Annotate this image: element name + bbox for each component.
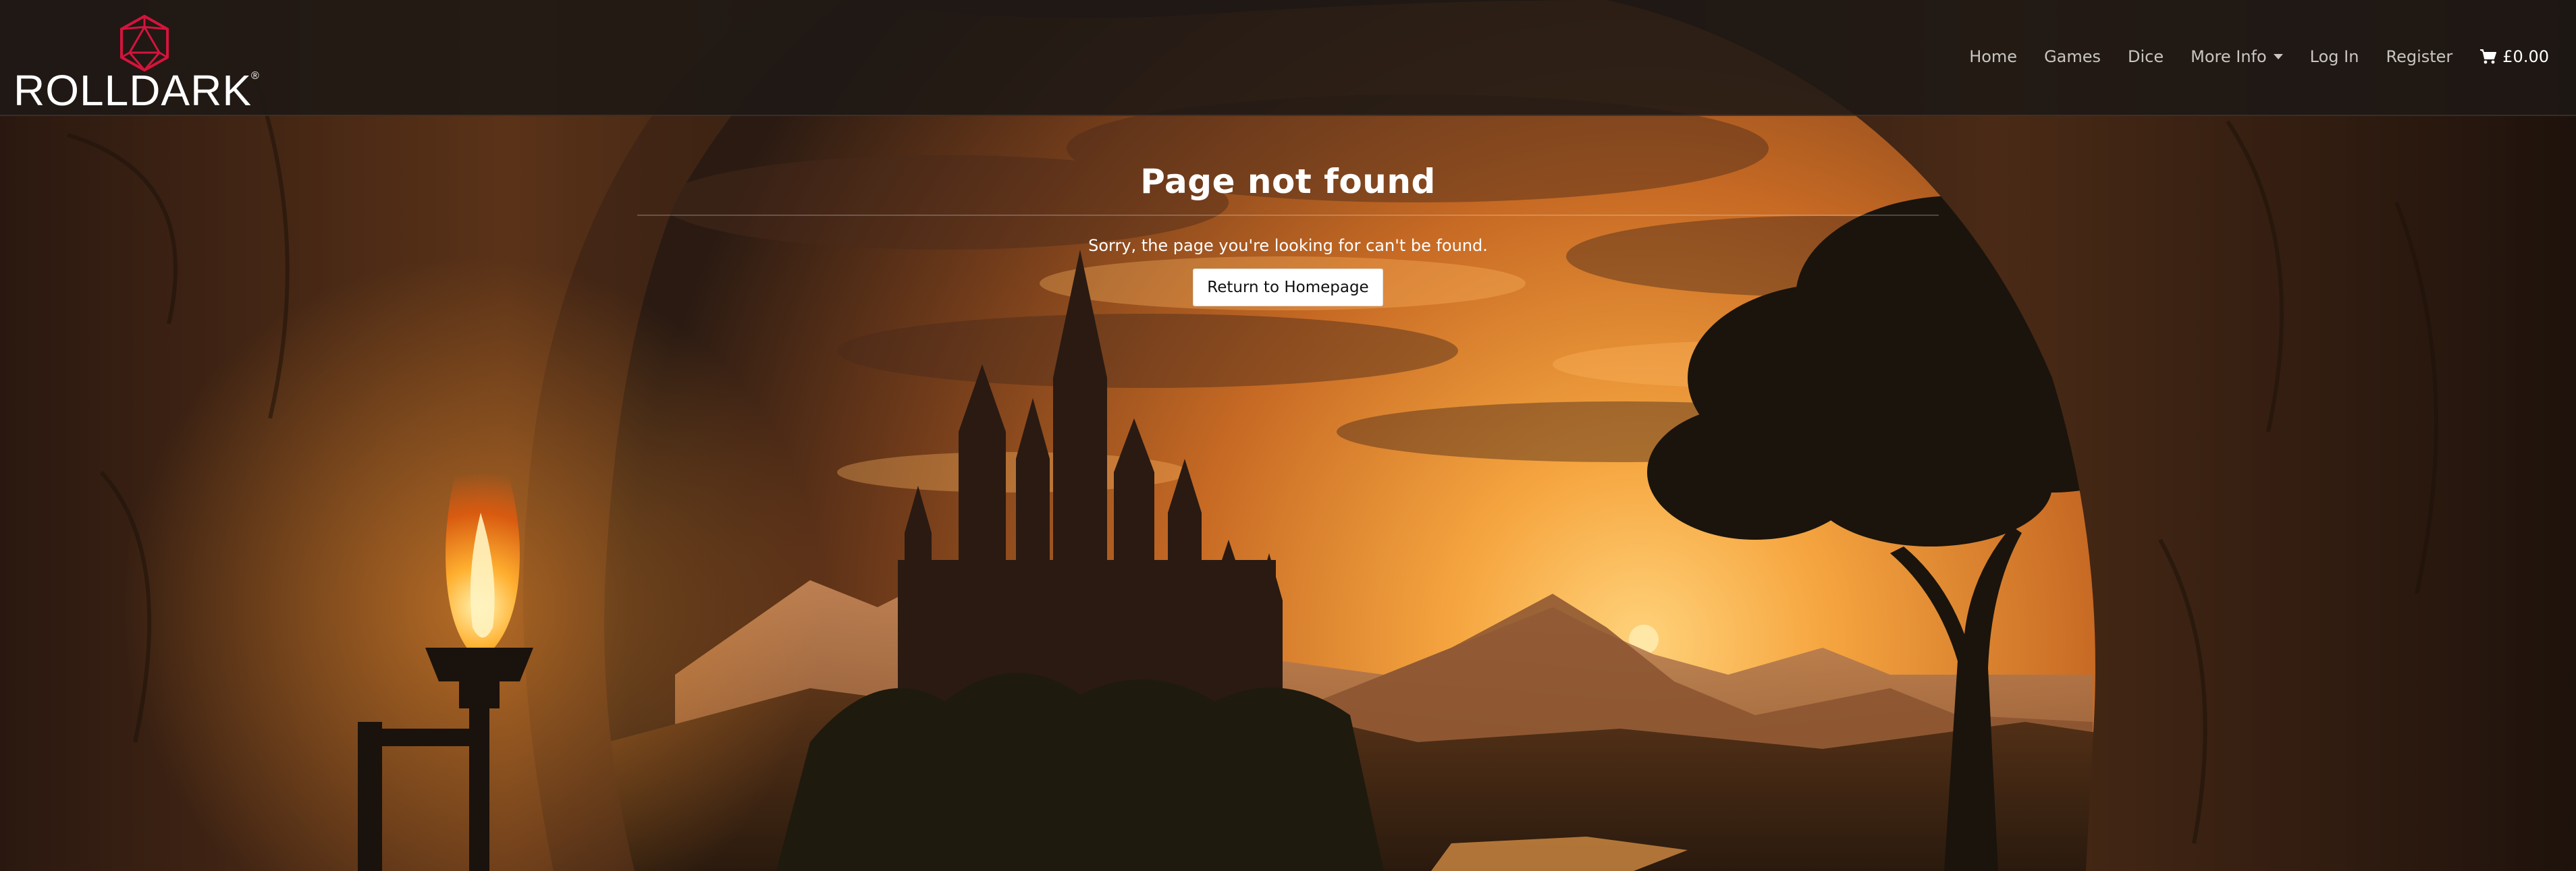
nav-link-log-in[interactable]: Log In — [2297, 47, 2373, 66]
brand-wordmark: ROLLDARK — [14, 66, 252, 115]
d20-icon — [120, 15, 169, 72]
nav-link-register[interactable]: Register — [2372, 47, 2466, 66]
page-title: Page not found — [1140, 162, 1436, 201]
nav-link-more-info-label: More Info — [2191, 47, 2267, 66]
cart-total: £0.00 — [2502, 47, 2549, 66]
main-content: Page not found Sorry, the page you're lo… — [0, 116, 2576, 306]
nav-link-dice[interactable]: Dice — [2114, 47, 2177, 66]
top-navbar: ROLLDARK ® Home Games Dice More Info Log… — [0, 0, 2576, 116]
chevron-down-icon — [2273, 54, 2283, 59]
brand-logo-link[interactable]: ROLLDARK ® — [14, 12, 270, 112]
nav-dropdown-more-info[interactable]: More Info — [2177, 47, 2297, 66]
error-message: Sorry, the page you're looking for can't… — [1088, 236, 1488, 255]
nav-link-games[interactable]: Games — [2031, 47, 2114, 66]
cart-link[interactable]: £0.00 — [2466, 47, 2549, 66]
title-divider — [637, 215, 1939, 216]
cart-icon — [2480, 49, 2497, 64]
nav-link-home[interactable]: Home — [1956, 47, 2031, 66]
registered-mark: ® — [251, 70, 259, 82]
return-to-homepage-button[interactable]: Return to Homepage — [1193, 269, 1383, 306]
main-nav: Home Games Dice More Info Log In Registe… — [1956, 0, 2549, 113]
